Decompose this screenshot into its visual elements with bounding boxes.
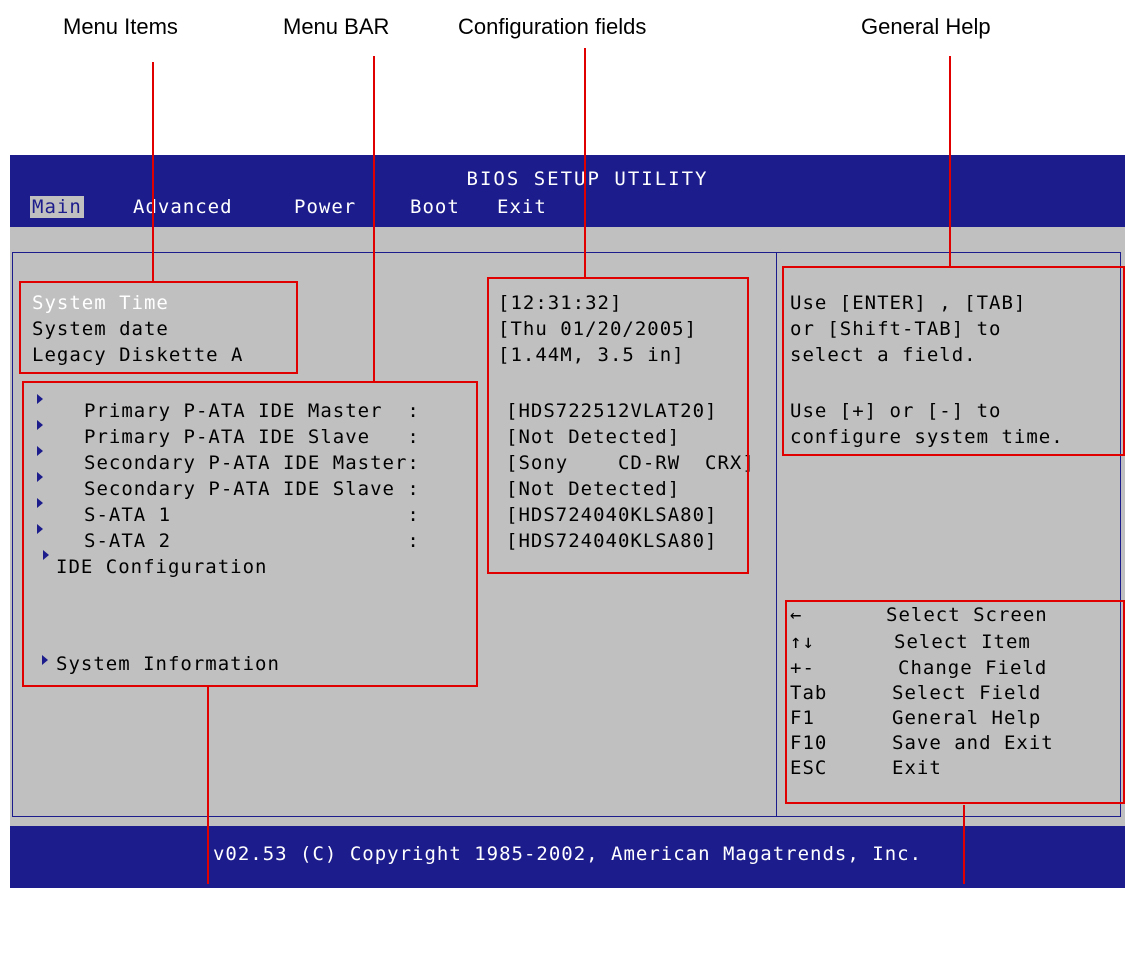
callout-box-menu-bar <box>22 381 478 687</box>
bios-header: BIOS SETUP UTILITY Main Advanced Power B… <box>10 155 1125 227</box>
callout-menu-items: Menu Items <box>63 14 178 39</box>
menu-exit[interactable]: Exit <box>497 196 547 218</box>
menu-boot[interactable]: Boot <box>410 196 460 218</box>
bios-title: BIOS SETUP UTILITY <box>466 168 709 190</box>
leader-line <box>963 805 965 884</box>
callout-config-fields: Configuration fields <box>458 14 647 39</box>
callout-box-config-fields <box>487 277 749 574</box>
callout-box-menu-items <box>19 281 298 374</box>
leader-line <box>207 686 209 884</box>
leader-line <box>152 62 154 282</box>
leader-line <box>949 56 951 268</box>
bios-footer: v02.53 (C) Copyright 1985-2002, American… <box>10 826 1125 888</box>
callout-general-help: General Help <box>861 14 991 39</box>
leader-line <box>584 48 586 278</box>
copyright-text: v02.53 (C) Copyright 1985-2002, American… <box>212 843 923 865</box>
menu-power[interactable]: Power <box>294 196 356 218</box>
callout-box-key-legend <box>785 600 1125 804</box>
callout-box-general-help <box>782 266 1125 456</box>
menu-main[interactable]: Main <box>30 196 84 218</box>
menu-advanced[interactable]: Advanced <box>133 196 233 218</box>
callout-menu-bar: Menu BAR <box>283 14 390 39</box>
leader-line <box>373 56 375 382</box>
